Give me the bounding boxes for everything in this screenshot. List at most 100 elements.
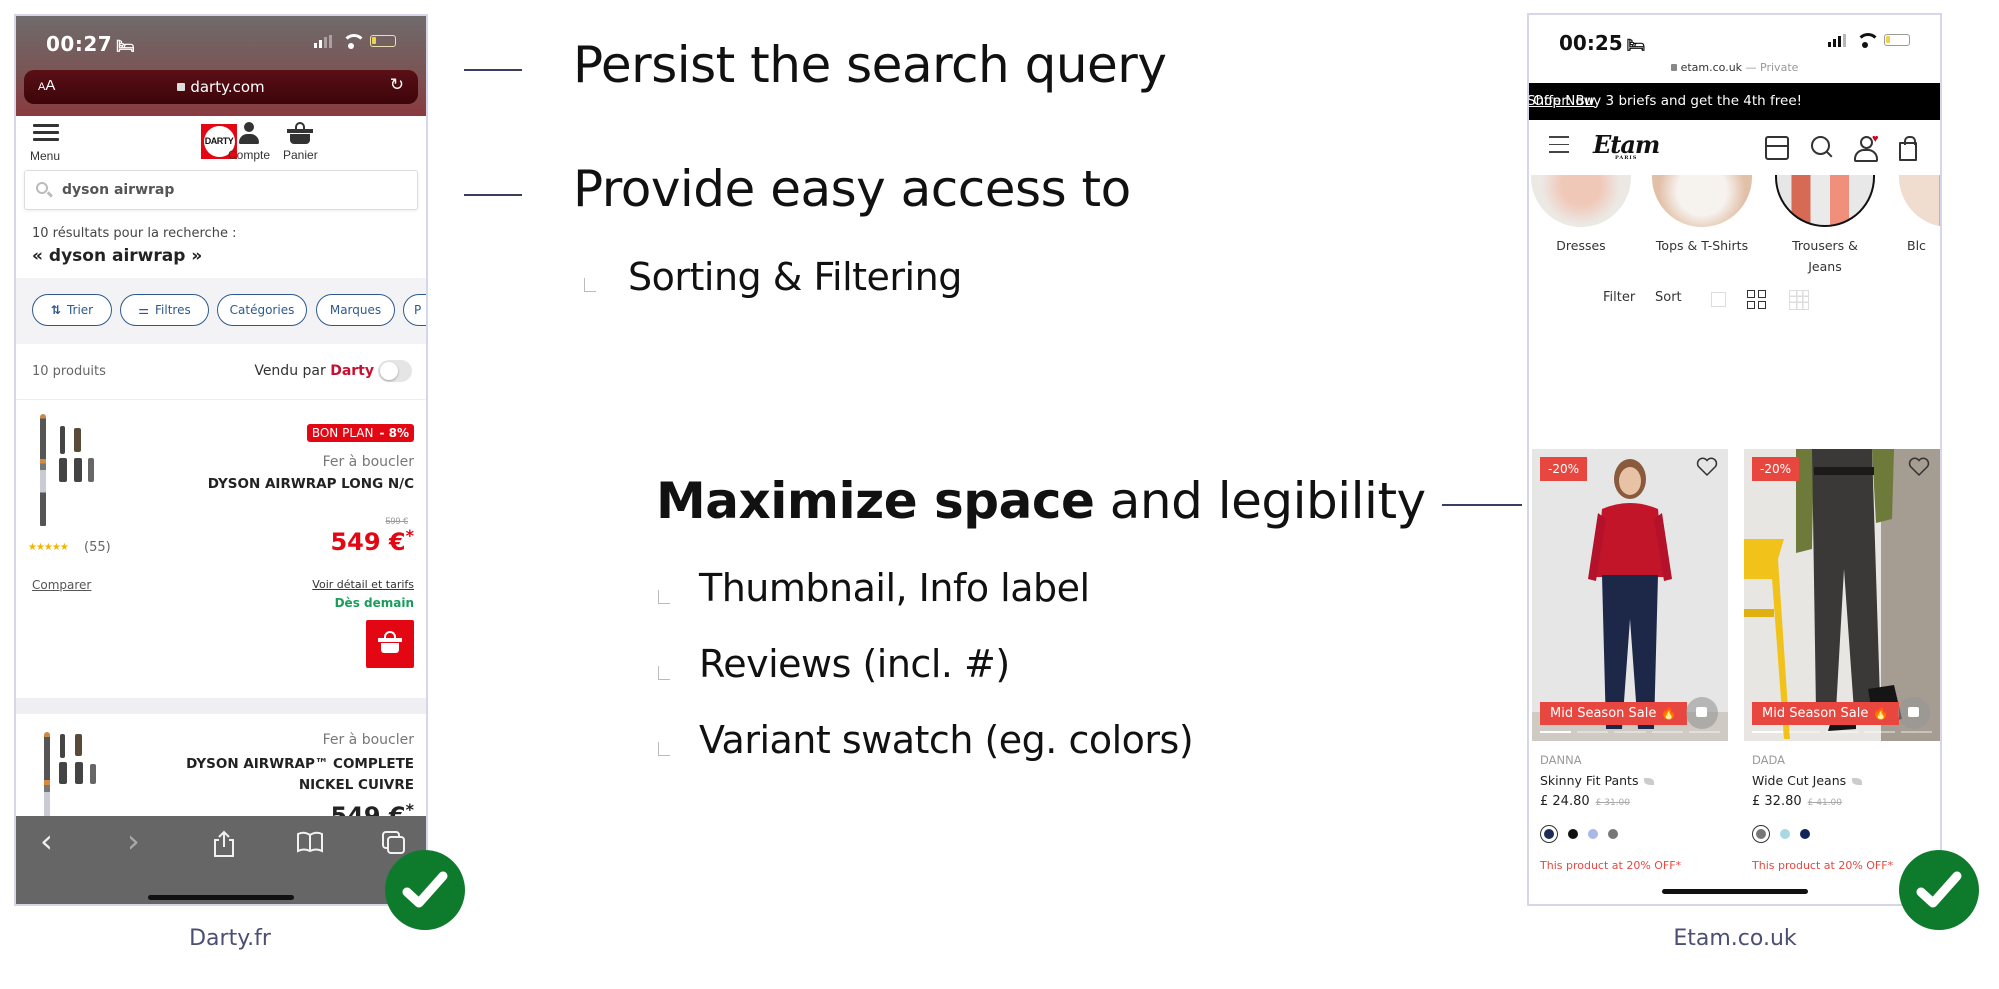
sleep-mode-icon: 🛏	[116, 37, 136, 55]
product-price: £ 32.80 £ 41.00	[1752, 794, 1842, 809]
color-swatch[interactable]	[1800, 829, 1810, 839]
signal-icon	[314, 34, 332, 48]
brands-button[interactable]: Marques	[316, 294, 395, 326]
discount-badge: -20%	[1540, 457, 1588, 481]
price-filter-button[interactable]: P	[403, 294, 426, 326]
menu-icon[interactable]	[1549, 136, 1569, 159]
deal-badge: BON PLAN - 8%	[306, 424, 414, 442]
color-swatch[interactable]	[1588, 829, 1598, 839]
color-swatch[interactable]	[1752, 825, 1770, 843]
menu-label[interactable]: Menu	[30, 149, 60, 163]
category-image	[1775, 175, 1875, 227]
divider	[16, 698, 426, 714]
search-icon[interactable]	[1811, 136, 1835, 160]
product-type: Fer à boucler	[322, 454, 414, 470]
share-icon[interactable]	[213, 830, 235, 864]
lock-icon	[1670, 64, 1677, 71]
guideline-thumbnail: Thumbnail, Info label	[699, 566, 1090, 610]
cart-button[interactable]: Panier	[283, 122, 318, 162]
color-swatch[interactable]	[1780, 829, 1790, 839]
checkmark-icon	[402, 871, 448, 908]
filters-button[interactable]: ⚌ Filtres	[120, 294, 209, 326]
quick-add-icon[interactable]	[1686, 697, 1718, 729]
review-count[interactable]: (55)	[84, 540, 111, 555]
bookmarks-icon[interactable]	[296, 830, 324, 860]
check-badge	[385, 850, 465, 930]
color-swatches	[1540, 825, 1728, 843]
add-to-cart-button[interactable]	[366, 620, 414, 668]
reload-icon[interactable]: ↻	[390, 75, 404, 95]
wishlist-heart-icon: ♥	[1872, 133, 1879, 145]
categories-button[interactable]: Catégories	[217, 294, 307, 326]
old-price: £ 41.00	[1807, 798, 1842, 808]
guideline-variant-swatch: Variant swatch (eg. colors)	[699, 718, 1194, 762]
back-icon[interactable]: ‹	[40, 822, 53, 860]
eco-leaf-icon	[1852, 778, 1863, 785]
search-icon	[36, 182, 48, 194]
sleep-mode-icon: 🛏	[1626, 36, 1646, 54]
category-blouses[interactable]: Blc	[1899, 175, 1940, 256]
two-column-view-icon[interactable]	[1747, 290, 1767, 310]
sliders-icon: ⚌	[138, 303, 150, 317]
forward-icon[interactable]: ›	[127, 822, 140, 860]
search-input[interactable]: dyson airwrap	[24, 170, 418, 210]
image-carousel-dots[interactable]	[1540, 731, 1721, 733]
address-bar[interactable]: etam.co.uk — Private	[1529, 61, 1940, 74]
etam-logo[interactable]: Etam PARIS	[1593, 130, 1660, 161]
compare-link[interactable]: Comparer	[32, 578, 91, 592]
account-icon[interactable]: ♥	[1854, 133, 1879, 162]
filter-button[interactable]: Filter	[1603, 290, 1635, 305]
category-trousers-jeans[interactable]: Trousers & Jeans	[1775, 175, 1875, 277]
status-bar: 00:27 🛏 AA darty.com ↻	[16, 16, 426, 116]
wishlist-heart-icon[interactable]	[1696, 457, 1718, 477]
results-query: « dyson airwrap »	[32, 246, 203, 266]
etam-caption: Etam.co.uk	[1673, 926, 1797, 951]
product-name[interactable]: Skinny Fit Pants	[1540, 773, 1728, 788]
sort-button[interactable]: Sort	[1655, 290, 1682, 305]
quick-add-icon[interactable]	[1898, 697, 1930, 729]
color-swatch[interactable]	[1608, 829, 1618, 839]
three-column-view-icon[interactable]	[1789, 290, 1809, 310]
search-query-value[interactable]: dyson airwrap	[62, 182, 174, 198]
product-name[interactable]: Wide Cut Jeans	[1752, 773, 1940, 788]
product-card[interactable]: -20% Mid Season Sale 🔥 DANNA Skinny Fit …	[1532, 449, 1728, 872]
menu-icon[interactable]	[33, 124, 59, 145]
signal-icon	[1828, 33, 1846, 47]
color-swatches	[1752, 825, 1940, 843]
product-thumbnail[interactable]: -20% Mid Season Sale 🔥	[1532, 449, 1728, 741]
account-button[interactable]: Compte	[228, 122, 270, 162]
sold-by-label: Vendu par Darty	[254, 363, 374, 379]
bag-icon[interactable]	[1899, 136, 1917, 161]
product-name-line2[interactable]: NICKEL CUIVRE	[299, 775, 414, 795]
guideline-maximize-space: Maximize space and legibility	[656, 472, 1426, 530]
sort-button[interactable]: ⇅ Trier	[32, 294, 112, 326]
store-icon[interactable]	[1765, 136, 1789, 160]
category-tops[interactable]: Tops & T-Shirts	[1652, 175, 1752, 256]
browser-toolbar: ‹ ›	[16, 816, 426, 904]
image-carousel-dots[interactable]	[1752, 731, 1933, 733]
sold-by-darty-toggle[interactable]	[378, 360, 412, 382]
wishlist-heart-icon[interactable]	[1908, 457, 1930, 477]
product-card[interactable]: -20% Mid Season Sale 🔥 DADA Wide Cut Jea…	[1744, 449, 1940, 872]
color-swatch[interactable]	[1540, 825, 1558, 843]
check-badge	[1899, 850, 1979, 930]
battery-icon	[370, 35, 396, 47]
sub-bullet-icon	[658, 666, 670, 680]
detail-link[interactable]: Voir détail et tarifs	[312, 578, 414, 591]
single-column-view-icon[interactable]	[1711, 292, 1726, 307]
address-bar[interactable]: AA darty.com ↻	[24, 70, 418, 104]
product-brand: DADA	[1752, 753, 1786, 767]
lock-icon	[177, 83, 186, 91]
product-thumbnail[interactable]	[30, 414, 130, 534]
eco-leaf-icon	[1644, 778, 1655, 785]
guideline-persist-query: Persist the search query	[573, 36, 1167, 94]
color-swatch[interactable]	[1568, 829, 1578, 839]
product-name-line1[interactable]: DYSON AIRWRAP™ COMPLETE	[186, 754, 414, 774]
product-thumbnail[interactable]: -20% Mid Season Sale 🔥	[1744, 449, 1940, 741]
connector-line	[464, 69, 522, 71]
product-name[interactable]: DYSON AIRWRAP LONG N/C	[208, 474, 414, 494]
category-image	[1652, 175, 1752, 227]
results-summary: 10 résultats pour la recherche :	[32, 226, 237, 241]
price: 549 €*	[330, 526, 414, 556]
category-dresses[interactable]: Dresses	[1531, 175, 1631, 256]
